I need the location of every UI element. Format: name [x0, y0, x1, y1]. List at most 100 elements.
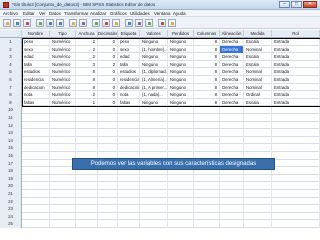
use-sets-icon[interactable] — [168, 19, 176, 27]
grid-cell[interactable]: Entrada — [272, 83, 320, 92]
grid-cell[interactable]: talla — [22, 60, 50, 69]
grid-cell[interactable] — [272, 182, 320, 190]
grid-cell[interactable] — [220, 106, 244, 114]
grid-cell[interactable]: Nominal — [244, 68, 272, 76]
grid-cell[interactable] — [76, 212, 98, 221]
grid-cell[interactable]: Derecha — [220, 83, 244, 92]
grid-cell[interactable] — [194, 174, 220, 183]
grid-cell[interactable] — [98, 197, 118, 206]
grid-cell[interactable]: edad — [22, 53, 50, 61]
grid-cell[interactable]: Derecha — [220, 53, 244, 61]
grid-cell[interactable] — [140, 106, 168, 114]
column-header[interactable]: Anchura — [76, 30, 98, 38]
grid-cell[interactable]: Ninguno — [168, 83, 194, 92]
grid-cell[interactable]: Ninguno — [168, 38, 194, 46]
grid-cell[interactable] — [140, 212, 168, 221]
row-number[interactable]: 5 — [0, 68, 22, 76]
row-number[interactable]: 2 — [0, 45, 22, 54]
grid-cell[interactable]: 0 — [98, 45, 118, 54]
grid-cell[interactable] — [140, 220, 168, 228]
grid-cell[interactable] — [194, 106, 220, 114]
grid-cell[interactable]: Nominal — [244, 83, 272, 92]
grid-cell[interactable]: Numérico — [50, 45, 76, 54]
grid-cell[interactable] — [194, 190, 220, 198]
grid-cell[interactable]: {1, diplomad... — [140, 68, 168, 76]
grid-cell[interactable]: nota — [118, 91, 140, 99]
column-header[interactable]: Valores — [140, 30, 168, 38]
grid-cell[interactable] — [50, 136, 76, 145]
grid-cell[interactable] — [50, 174, 76, 183]
grid-cell[interactable]: Numérico — [50, 91, 76, 99]
grid-cell[interactable]: 8 — [76, 76, 98, 84]
grid-cell[interactable] — [272, 121, 320, 130]
grid-cell[interactable] — [98, 136, 118, 145]
grid-cell[interactable] — [98, 182, 118, 190]
menu-archivo[interactable]: Archivo — [3, 11, 18, 16]
grid-cell[interactable] — [76, 121, 98, 130]
grid-cell[interactable] — [22, 197, 50, 206]
grid-cell[interactable]: Escala — [244, 38, 272, 46]
grid-cell[interactable] — [244, 182, 272, 190]
grid-cell[interactable] — [168, 114, 194, 122]
grid-cell[interactable] — [272, 114, 320, 122]
grid-cell[interactable] — [118, 212, 140, 221]
row-number[interactable]: 12 — [0, 121, 22, 130]
maximize-button[interactable]: □ — [291, 1, 302, 8]
grid-cell[interactable] — [220, 136, 244, 145]
goto-case-icon[interactable] — [69, 19, 77, 27]
grid-cell[interactable] — [272, 220, 320, 228]
grid-cell[interactable] — [244, 129, 272, 137]
grid-cell[interactable]: 1 — [76, 98, 98, 107]
row-number[interactable]: 11 — [0, 114, 22, 122]
grid-cell[interactable] — [140, 190, 168, 198]
grid-cell[interactable] — [272, 190, 320, 198]
grid-cell[interactable] — [50, 205, 76, 213]
grid-cell[interactable]: nota — [22, 91, 50, 99]
grid-cell[interactable]: Escala — [244, 60, 272, 69]
grid-cell[interactable]: Ninguno — [140, 98, 168, 107]
grid-cell[interactable] — [194, 220, 220, 228]
grid-cell[interactable]: Ninguno — [168, 98, 194, 107]
grid-cell[interactable]: Derecha — [220, 68, 244, 76]
variables-icon[interactable] — [79, 19, 87, 27]
grid-cell[interactable] — [22, 106, 50, 114]
grid-cell[interactable]: Ninguno — [168, 45, 194, 54]
row-number[interactable]: 25 — [0, 220, 22, 228]
grid-cell[interactable] — [168, 106, 194, 114]
grid-cell[interactable] — [272, 159, 320, 168]
grid-cell[interactable]: Ordinal — [244, 91, 272, 99]
grid-cell[interactable]: Numérico — [50, 98, 76, 107]
grid-cell[interactable]: Entrada — [272, 45, 320, 54]
grid-cell[interactable]: 8 — [194, 83, 220, 92]
grid-cell[interactable] — [22, 167, 50, 175]
row-number[interactable]: 6 — [0, 76, 22, 84]
grid-cell[interactable]: Numérico — [50, 60, 76, 69]
grid-cell[interactable]: 2 — [76, 45, 98, 54]
insert-cases-icon[interactable] — [102, 19, 110, 27]
grid-cell[interactable] — [22, 159, 50, 168]
grid-cell[interactable] — [140, 205, 168, 213]
row-number[interactable]: 24 — [0, 212, 22, 221]
minimize-button[interactable]: – — [279, 1, 290, 8]
split-file-icon[interactable] — [125, 19, 133, 27]
grid-cell[interactable] — [98, 114, 118, 122]
row-number[interactable]: 17 — [0, 159, 22, 168]
insert-variable-icon[interactable] — [112, 19, 120, 27]
grid-cell[interactable] — [244, 144, 272, 152]
grid-cell[interactable] — [76, 220, 98, 228]
select-cases-icon[interactable] — [145, 19, 153, 27]
grid-cell[interactable] — [118, 136, 140, 145]
grid-cell[interactable] — [98, 212, 118, 221]
row-number[interactable]: 13 — [0, 129, 22, 137]
grid-cell[interactable] — [22, 190, 50, 198]
row-number[interactable]: 16 — [0, 152, 22, 160]
menu-ver[interactable]: Ver — [39, 11, 46, 16]
grid-cell[interactable]: peso — [22, 38, 50, 46]
grid-cell[interactable]: 8 — [194, 68, 220, 76]
grid-cell[interactable]: 0 — [98, 76, 118, 84]
grid-cell[interactable]: 8 — [194, 98, 220, 107]
row-number[interactable]: 14 — [0, 136, 22, 145]
grid-cell[interactable] — [244, 212, 272, 221]
grid-cell[interactable]: peso — [118, 38, 140, 46]
grid-cell[interactable] — [118, 106, 140, 114]
